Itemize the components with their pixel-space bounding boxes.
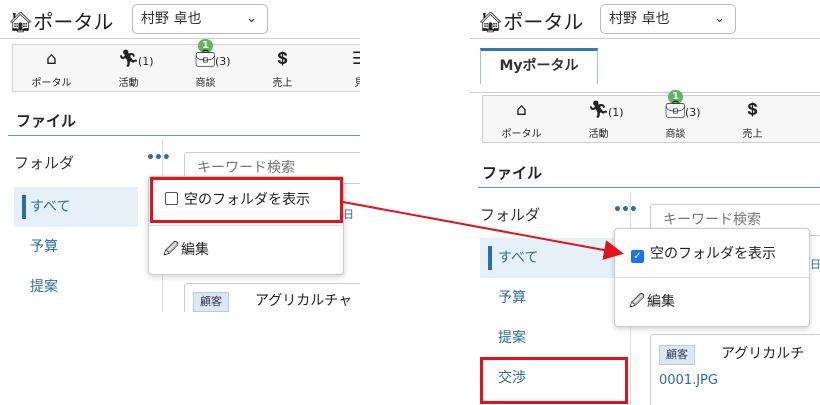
tab-my-portal[interactable]: Myポータル xyxy=(480,48,598,84)
toolbar-label: 商談 xyxy=(665,129,686,140)
file-title[interactable]: アグリカルチ xyxy=(721,343,804,363)
edit-option[interactable]: 🖉︎ 編集 xyxy=(615,291,809,316)
menu-label: 空のフォルダを表示 xyxy=(650,246,776,262)
toolbar-count: (1) xyxy=(608,106,624,119)
toolbar-item-quote[interactable]: ☰見 xyxy=(791,96,820,142)
folder-heading: フォルダ xyxy=(14,154,75,172)
section-divider xyxy=(8,135,360,136)
folder-menu-button[interactable]: ••• xyxy=(613,202,638,218)
panel-after: 🏠︎ポータル 村野 卓也 ⌄ Myポータル ⌂ ポータル 🏃︎ (1) 活動 1 💼︎ (3… xyxy=(470,0,820,405)
folder-item-proposal[interactable]: 提案 xyxy=(14,267,138,307)
menu-label: 編集 xyxy=(181,242,209,258)
date-fragment: 日 xyxy=(810,258,820,271)
toolbar-label: 見 xyxy=(791,125,820,140)
toolbar-label: ポータル xyxy=(31,78,72,89)
toolbar-item-deals[interactable]: 1 💼︎ (3) 商談 xyxy=(167,39,244,91)
briefcase-icon: 💼︎ xyxy=(664,100,687,120)
menu-divider xyxy=(149,225,343,226)
running-person-icon: 🏃︎ xyxy=(587,100,610,120)
toolbar-item-quote[interactable]: ☰見 xyxy=(321,45,360,91)
app-header: 🏠︎ポータル 村野 卓也 ⌄ xyxy=(0,0,360,39)
folder-item-budget[interactable]: 予算 xyxy=(14,227,138,267)
user-select[interactable]: 村野 卓也 ⌄ xyxy=(132,4,268,34)
invoice-icon: 💲︎ xyxy=(747,100,758,120)
toolbar-label: 活動 xyxy=(118,78,139,89)
home-icon: ⌂ xyxy=(516,100,527,120)
toolbar-item-sales[interactable]: 💲︎ 売上 xyxy=(244,45,321,91)
toolbar-count: (3) xyxy=(215,55,231,68)
toolbar-label: 見 xyxy=(354,78,361,89)
edit-icon: 🖉︎ xyxy=(629,292,645,310)
folder-heading: フォルダ xyxy=(480,206,541,224)
user-select[interactable]: 村野 卓也 ⌄ xyxy=(600,4,736,34)
quick-toolbar: ⌂ポータル 🏃︎(1)活動 1💼︎(3)商談 💲︎売上 ☰見 xyxy=(12,39,360,92)
edit-option[interactable]: 🖉︎ 編集 xyxy=(149,239,343,264)
toolbar-label: 商談 xyxy=(195,78,216,89)
toolbar-count: (3) xyxy=(685,106,701,119)
toolbar-label: 活動 xyxy=(588,129,609,140)
home-icon: ⌂ xyxy=(46,49,57,69)
toolbar-item-portal[interactable]: ⌂ ポータル xyxy=(483,96,560,142)
section-title: ファイル xyxy=(482,164,543,182)
toolbar-item-activity[interactable]: 🏃︎ (1) 活動 xyxy=(560,96,637,142)
logo-text: ポータル xyxy=(503,10,584,34)
home-icon: 🏠︎ xyxy=(8,10,34,34)
category-tag: 顧客 xyxy=(659,345,695,365)
highlight-box xyxy=(480,357,628,404)
briefcase-icon: 💼︎ xyxy=(194,49,217,69)
toolbar-label: 売上 xyxy=(272,78,293,89)
logo-text: ポータル xyxy=(33,10,114,34)
toolbar-item-portal[interactable]: ⌂ ポータル xyxy=(13,45,90,91)
folder-options-menu: ✓ 空のフォルダを表示 🖉︎ 編集 xyxy=(614,228,810,327)
date-fragment: 日 xyxy=(343,208,354,221)
file-link[interactable]: 0001.JPG xyxy=(659,373,718,388)
toolbar-item-sales[interactable]: 💲︎ 売上 xyxy=(714,96,791,142)
category-tag: 顧客 xyxy=(193,292,229,312)
user-name: 村野 卓也 xyxy=(141,11,202,27)
portal-logo[interactable]: 🏠︎ポータル xyxy=(478,6,583,35)
toolbar-item-deals[interactable]: 1 💼︎ (3) 商談 xyxy=(637,90,714,142)
chevron-down-icon: ⌄ xyxy=(246,11,257,26)
file-card[interactable]: 顧客 アグリカルチャ xyxy=(184,283,360,312)
folder-menu-button[interactable]: ••• xyxy=(146,150,171,166)
quick-toolbar: ⌂ポータル 🏃︎(1)活動 1💼︎(3)商談 💲︎売上 ☰見 xyxy=(482,90,820,143)
tab-strip: Myポータル xyxy=(470,40,820,93)
toolbar-label: ポータル xyxy=(501,129,542,140)
menu-label: 編集 xyxy=(647,294,675,310)
edit-icon: 🖉︎ xyxy=(163,240,179,258)
folder-item-all[interactable]: すべて xyxy=(480,238,620,278)
toolbar-count: (1) xyxy=(138,55,154,68)
section-divider xyxy=(478,187,820,188)
running-person-icon: 🏃︎ xyxy=(117,49,140,69)
chevron-down-icon: ⌄ xyxy=(714,11,725,26)
app-header: 🏠︎ポータル 村野 卓也 ⌄ xyxy=(470,0,820,39)
portal-logo[interactable]: 🏠︎ポータル xyxy=(8,6,113,35)
menu-divider xyxy=(615,277,809,278)
folder-item-all[interactable]: すべて xyxy=(14,187,138,227)
user-name: 村野 卓也 xyxy=(609,11,670,27)
toolbar-label: 売上 xyxy=(742,129,763,140)
file-title[interactable]: アグリカルチャ xyxy=(255,290,352,310)
checkbox-checked[interactable]: ✓ xyxy=(631,250,644,263)
document-icon: ☰ xyxy=(351,49,360,69)
home-icon: 🏠︎ xyxy=(478,10,504,34)
highlight-box xyxy=(150,177,343,223)
section-title: ファイル xyxy=(16,112,77,130)
panel-before: 🏠︎ポータル 村野 卓也 ⌄ ⌂ ポータル 🏃︎ (1) 活動 1 💼︎ (3) 商談 💲︎ 売… xyxy=(0,0,360,312)
document-icon: ☰ xyxy=(791,100,820,120)
invoice-icon: 💲︎ xyxy=(277,49,288,69)
folder-item-budget[interactable]: 予算 xyxy=(480,278,620,318)
toolbar-item-activity[interactable]: 🏃︎ (1) 活動 xyxy=(90,45,167,91)
show-empty-folders-option[interactable]: ✓ 空のフォルダを表示 xyxy=(615,243,809,263)
folder-item-proposal[interactable]: 提案 xyxy=(480,318,620,358)
file-card[interactable]: 顧客 アグリカルチ 0001.JPG xyxy=(650,334,820,405)
